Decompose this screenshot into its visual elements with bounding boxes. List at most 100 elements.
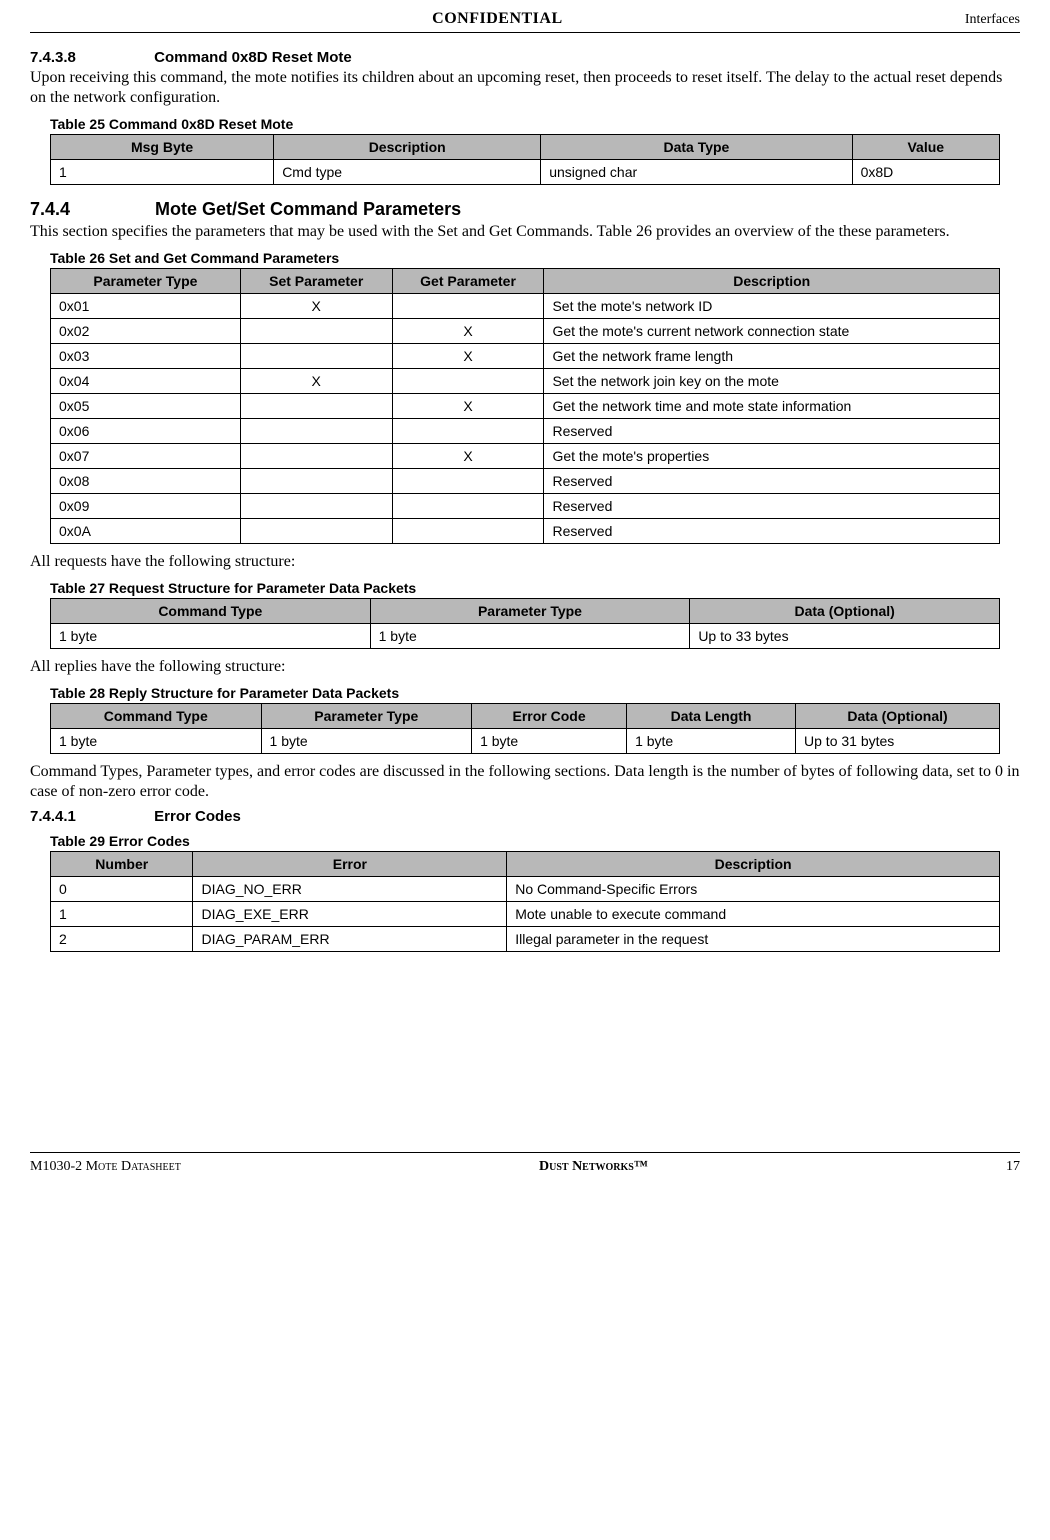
cell: Set the network join key on the mote — [544, 369, 1000, 394]
requests-text: All requests have the following structur… — [30, 552, 1020, 572]
cell: 0x01 — [51, 294, 241, 319]
cell: 1 byte — [627, 729, 796, 754]
page-footer: M1030-2 Mote Datasheet Dust Networks™ 17 — [30, 1152, 1020, 1175]
table26-caption: Table 26 Set and Get Command Parameters — [50, 250, 1020, 266]
cell: Get the network frame length — [544, 344, 1000, 369]
body-744: This section specifies the parameters th… — [30, 222, 1020, 242]
cell: Get the mote's properties — [544, 444, 1000, 469]
table-row: 1 Cmd type unsigned char 0x8D — [51, 160, 1000, 185]
table28-h1: Parameter Type — [261, 704, 472, 729]
cell: 1 byte — [472, 729, 627, 754]
cell: DIAG_NO_ERR — [193, 877, 507, 902]
cell: 0x04 — [51, 369, 241, 394]
cell: 1 byte — [51, 729, 262, 754]
cell — [240, 469, 392, 494]
table25-h0: Msg Byte — [51, 135, 274, 160]
table-row: 0x0A Reserved — [51, 519, 1000, 544]
table26-h0: Parameter Type — [51, 269, 241, 294]
heading-title: Mote Get/Set Command Parameters — [155, 199, 461, 219]
table-row: 0x08Reserved — [51, 469, 1000, 494]
cell: X — [392, 344, 544, 369]
cell: DIAG_EXE_ERR — [193, 902, 507, 927]
table-row: 1DIAG_EXE_ERRMote unable to execute comm… — [51, 902, 1000, 927]
cell: 0 — [51, 877, 193, 902]
table25-h2: Data Type — [541, 135, 852, 160]
heading-title: Command 0x8D Reset Mote — [154, 49, 352, 66]
table29-h0: Number — [51, 852, 193, 877]
cell — [392, 369, 544, 394]
cell: unsigned char — [541, 160, 852, 185]
cell: 1 — [51, 160, 274, 185]
page-header: CONFIDENTIAL Interfaces — [30, 0, 1020, 33]
cell: Illegal parameter in the request — [507, 927, 1000, 952]
header-section: Interfaces — [965, 12, 1020, 28]
table-row: 0x04XSet the network join key on the mot… — [51, 369, 1000, 394]
cell: 0x05 — [51, 394, 241, 419]
cell: Reserved — [544, 469, 1000, 494]
table25-h3: Value — [852, 135, 999, 160]
cell: 0x09 — [51, 494, 241, 519]
table29-h1: Error — [193, 852, 507, 877]
cell — [240, 344, 392, 369]
cell — [392, 294, 544, 319]
cell: 1 — [51, 902, 193, 927]
table28-h0: Command Type — [51, 704, 262, 729]
cell — [392, 494, 544, 519]
cell: 1 byte — [51, 624, 371, 649]
table-row: 0x05XGet the network time and mote state… — [51, 394, 1000, 419]
table-row: 0x06Reserved — [51, 419, 1000, 444]
footer-pagenum: 17 — [1006, 1159, 1020, 1175]
heading-74308: 7.4.3.8 Command 0x8D Reset Mote — [30, 49, 1020, 66]
cell — [240, 494, 392, 519]
heading-7441: 7.4.4.1 Error Codes — [30, 808, 1020, 825]
heading-num: 7.4.4.1 — [30, 808, 150, 825]
table28-h2: Error Code — [472, 704, 627, 729]
table27-h1: Parameter Type — [370, 599, 690, 624]
table29-caption: Table 29 Error Codes — [50, 833, 1020, 849]
cell: Up to 31 bytes — [796, 729, 1000, 754]
cell: Cmd type — [274, 160, 541, 185]
cell: Get the network time and mote state info… — [544, 394, 1000, 419]
cell: 2 — [51, 927, 193, 952]
table26-h1: Set Parameter — [240, 269, 392, 294]
table26-h2: Get Parameter — [392, 269, 544, 294]
header-confidential: CONFIDENTIAL — [432, 10, 562, 28]
table28: Command Type Parameter Type Error Code D… — [50, 703, 1000, 754]
cell — [392, 419, 544, 444]
heading-num: 7.4.4 — [30, 199, 150, 220]
cell: Mote unable to execute command — [507, 902, 1000, 927]
cell: X — [392, 444, 544, 469]
cell: DIAG_PARAM_ERR — [193, 927, 507, 952]
table29-h2: Description — [507, 852, 1000, 877]
table27-h2: Data (Optional) — [690, 599, 1000, 624]
table-row: 0DIAG_NO_ERRNo Command-Specific Errors — [51, 877, 1000, 902]
heading-num: 7.4.3.8 — [30, 49, 150, 66]
cell: X — [240, 294, 392, 319]
cell: 0x0A — [51, 519, 241, 544]
table-row: 0x09 Reserved — [51, 494, 1000, 519]
cmd-types-text: Command Types, Parameter types, and erro… — [30, 762, 1020, 802]
cell: X — [392, 319, 544, 344]
table28-h4: Data (Optional) — [796, 704, 1000, 729]
cell — [240, 394, 392, 419]
footer-left: M1030-2 Mote Datasheet — [30, 1159, 181, 1175]
table27-h0: Command Type — [51, 599, 371, 624]
cell: Reserved — [544, 494, 1000, 519]
cell: 0x8D — [852, 160, 999, 185]
cell — [392, 469, 544, 494]
table28-caption: Table 28 Reply Structure for Parameter D… — [50, 685, 1020, 701]
cell — [392, 519, 544, 544]
cell: 0x03 — [51, 344, 241, 369]
cell: Set the mote's network ID — [544, 294, 1000, 319]
cell: Reserved — [544, 519, 1000, 544]
table26-h3: Description — [544, 269, 1000, 294]
table25: Msg Byte Description Data Type Value 1 C… — [50, 134, 1000, 185]
cell — [240, 319, 392, 344]
table25-h1: Description — [274, 135, 541, 160]
table27-caption: Table 27 Request Structure for Parameter… — [50, 580, 1020, 596]
cell — [240, 519, 392, 544]
cell: 1 byte — [370, 624, 690, 649]
table-row: 0x07XGet the mote's properties — [51, 444, 1000, 469]
cell: 0x02 — [51, 319, 241, 344]
table-row: 2DIAG_PARAM_ERRIllegal parameter in the … — [51, 927, 1000, 952]
